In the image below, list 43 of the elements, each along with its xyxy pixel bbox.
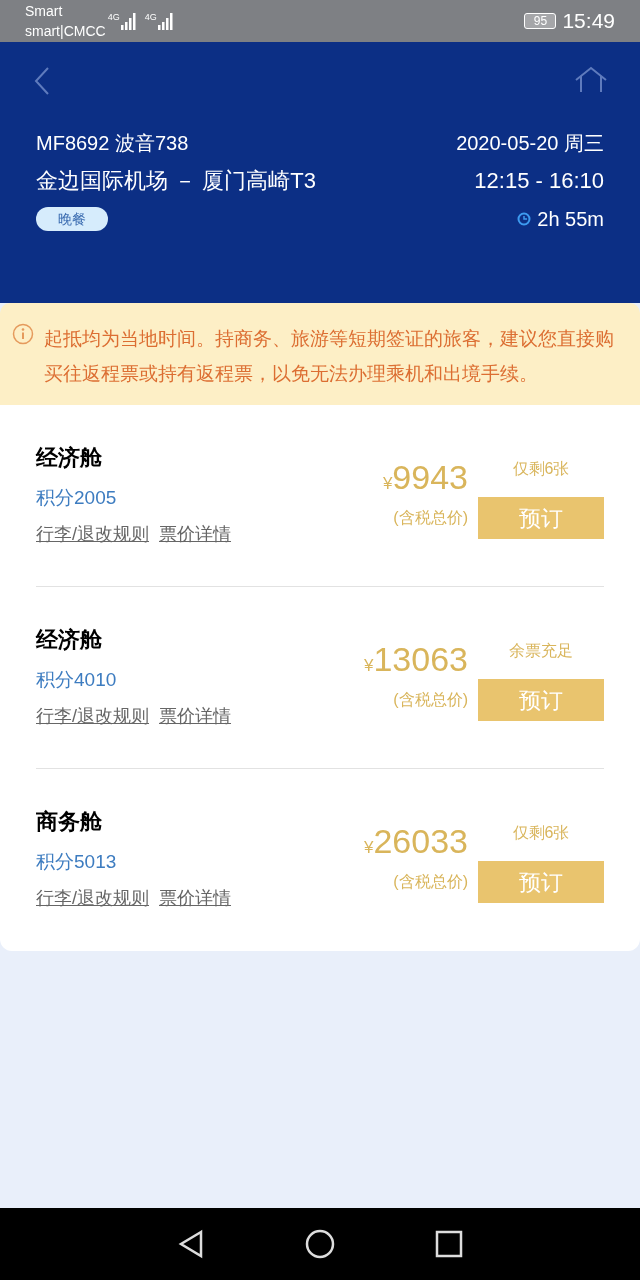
currency-symbol: ¥: [364, 838, 374, 859]
cabin-class: 经济舱: [36, 444, 103, 472]
price: 13063: [373, 639, 468, 679]
carrier-name: Smart: [25, 2, 64, 21]
network-type: 4G: [144, 12, 157, 22]
signal-icon: [157, 12, 174, 30]
points-text: 积分5013: [36, 850, 118, 874]
points-text: 积分4010: [36, 668, 118, 692]
price-note: (含税总价): [392, 690, 468, 710]
network-type: 4G: [107, 12, 120, 22]
price-note: (含税总价): [392, 872, 468, 892]
rule-link[interactable]: 行李/退改规则: [36, 885, 149, 912]
back-icon[interactable]: [177, 1229, 205, 1259]
rule-link[interactable]: 行李/退改规则: [36, 703, 149, 730]
recents-icon[interactable]: [435, 1230, 463, 1258]
meal-tag: 晚餐: [36, 207, 108, 231]
notice-text: 起抵均为当地时间。持商务、旅游等短期签证的旅客，建议您直接购买往返程票或持有返程票，以免无法办理乘机和出境手续。: [44, 327, 615, 386]
price: 26033: [373, 821, 468, 861]
currency-symbol: ¥: [382, 474, 393, 495]
availability-text: 仅剩6张: [511, 459, 571, 479]
rule-link[interactable]: 票价详情: [159, 703, 231, 730]
flight-number: MF8692 波音738: [36, 131, 189, 156]
signal-icon: [120, 12, 137, 30]
currency-symbol: ¥: [364, 656, 374, 677]
info-icon: [12, 323, 34, 345]
cabin-class: 经济舱: [36, 626, 103, 654]
cabin-class: 商务舱: [36, 808, 103, 836]
flight-duration: 2h 55m: [537, 207, 604, 232]
flight-times: 12:15 - 16:10: [474, 167, 604, 195]
clock-time: 15:49: [562, 8, 615, 35]
points-text: 积分2005: [36, 486, 118, 510]
flight-date: 2020-05-20 周三: [456, 131, 604, 156]
carrier-name: smart|CMCC: [25, 22, 106, 41]
rule-link[interactable]: 票价详情: [159, 885, 231, 912]
price: 9943: [392, 457, 468, 497]
clock-icon: [517, 212, 532, 226]
flight-route: 金边国际机场 － 厦门高崎T3: [36, 167, 316, 195]
availability-text: 余票充足: [508, 641, 574, 661]
rule-link[interactable]: 行李/退改规则: [36, 521, 149, 548]
availability-text: 仅剩6张: [511, 823, 571, 843]
rule-link[interactable]: 票价详情: [159, 521, 231, 548]
battery-icon: 95: [524, 13, 557, 29]
price-note: (含税总价): [392, 508, 468, 528]
